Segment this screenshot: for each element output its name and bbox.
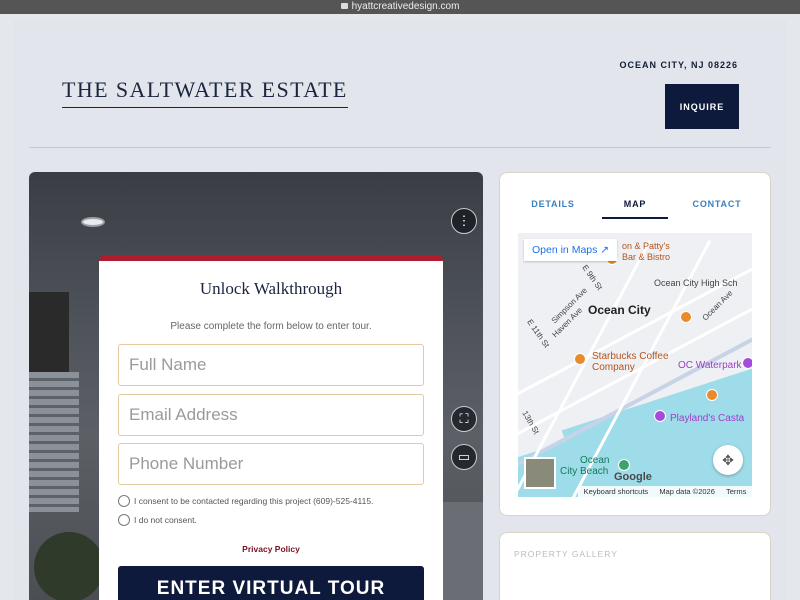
google-logo: Google [614,471,652,483]
waterpark-pin[interactable] [742,357,752,369]
open-in-maps-label: Open in Maps [532,244,598,256]
page: THE SALTWATER ESTATE OCEAN CITY, NJ 0822… [13,20,787,600]
browser-url: hyattcreativedesign.com [351,1,460,12]
map-label-starbucks2: Company [592,362,635,373]
map-label-oc-beach2: City Beach [560,466,609,477]
beach-pin[interactable] [618,459,630,471]
consent-yes-label: I consent to be contacted regarding this… [134,496,374,506]
consent-no-option[interactable]: I do not consent. [118,514,197,526]
info-tabs: DETAILS MAP CONTACT [500,199,770,219]
window [29,372,79,512]
window-shade [29,292,69,372]
unlock-form-card: Unlock Walkthrough Please complete the f… [99,255,443,600]
fullscreen-icon[interactable]: ⛶ [451,406,477,432]
map-label-bar2: Bar & Bistro [622,252,671,262]
map-data-label: Map data ©2026 [659,487,715,496]
map-pan-control-icon[interactable]: ✥ [713,445,743,475]
map-label-waterpark: OC Waterpark [678,360,742,371]
keyboard-shortcuts-link[interactable]: Keyboard shortcuts [584,487,649,496]
restaurant-pin[interactable] [706,389,718,401]
tab-details[interactable]: DETAILS [520,199,586,219]
external-link-icon: ↗ [600,244,610,256]
plant [34,532,104,600]
email-input[interactable] [118,394,424,436]
tour-menu-icon[interactable]: ⋮ [451,208,477,234]
vr-headset-icon[interactable]: ▭ [451,444,477,470]
consent-no-label: I do not consent. [134,515,197,525]
amusement-pin[interactable] [654,410,666,422]
full-name-input[interactable] [118,344,424,386]
map-footer: Keyboard shortcuts Map data ©2026 Terms [578,486,752,497]
google-map[interactable]: on & Patty's Bar & Bistro Ocean City Hig… [518,233,752,497]
inquire-button[interactable]: INQUIRE [665,84,739,129]
header-divider [29,147,771,148]
consent-yes-option[interactable]: I consent to be contacted regarding this… [118,495,373,507]
tab-contact[interactable]: CONTACT [684,199,750,219]
map-label-bar: on & Patty's [622,241,670,251]
coffee-pin[interactable] [574,353,586,365]
map-label-starbucks: Starbucks Coffee [592,351,669,362]
consent-no-radio[interactable] [118,514,130,526]
terms-link[interactable]: Terms [726,487,746,496]
map-label-high-school: Ocean City High Sch [654,278,738,288]
location-label: OCEAN CITY, NJ 08226 [619,60,738,70]
site-title[interactable]: THE SALTWATER ESTATE [62,77,348,108]
open-in-maps-link[interactable]: Open in Maps ↗ [524,239,618,261]
map-label-e11th: E 11th St [525,317,552,350]
enter-virtual-tour-button[interactable]: ENTER VIRTUAL TOUR [118,566,424,600]
map-road [518,252,752,397]
tab-map[interactable]: MAP [602,199,668,219]
ceiling-light [81,217,105,227]
property-gallery-card: PROPERTY GALLERY [499,532,771,600]
unlock-title: Unlock Walkthrough [199,279,343,298]
privacy-policy-link[interactable]: Privacy Policy [99,544,443,554]
map-label-playland: Playland's Casta [670,413,745,424]
map-label-oc-beach: Ocean [580,455,610,466]
pin[interactable] [680,311,692,323]
phone-input[interactable] [118,443,424,485]
virtual-tour-viewer[interactable]: ⋮ ⛶ ▭ Unlock Walkthrough Please complete… [29,172,483,600]
map-label-ocean-city: Ocean City [588,303,651,317]
gallery-label: PROPERTY GALLERY [514,549,618,559]
browser-address-bar[interactable]: hyattcreativedesign.com [0,0,800,14]
property-info-card: DETAILS MAP CONTACT on & Patty's Bar & B… [499,172,771,516]
map-layer-thumbnail[interactable] [524,457,556,489]
unlock-subtitle: Please complete the form below to enter … [170,321,372,332]
lock-icon [340,3,348,9]
consent-yes-radio[interactable] [118,495,130,507]
